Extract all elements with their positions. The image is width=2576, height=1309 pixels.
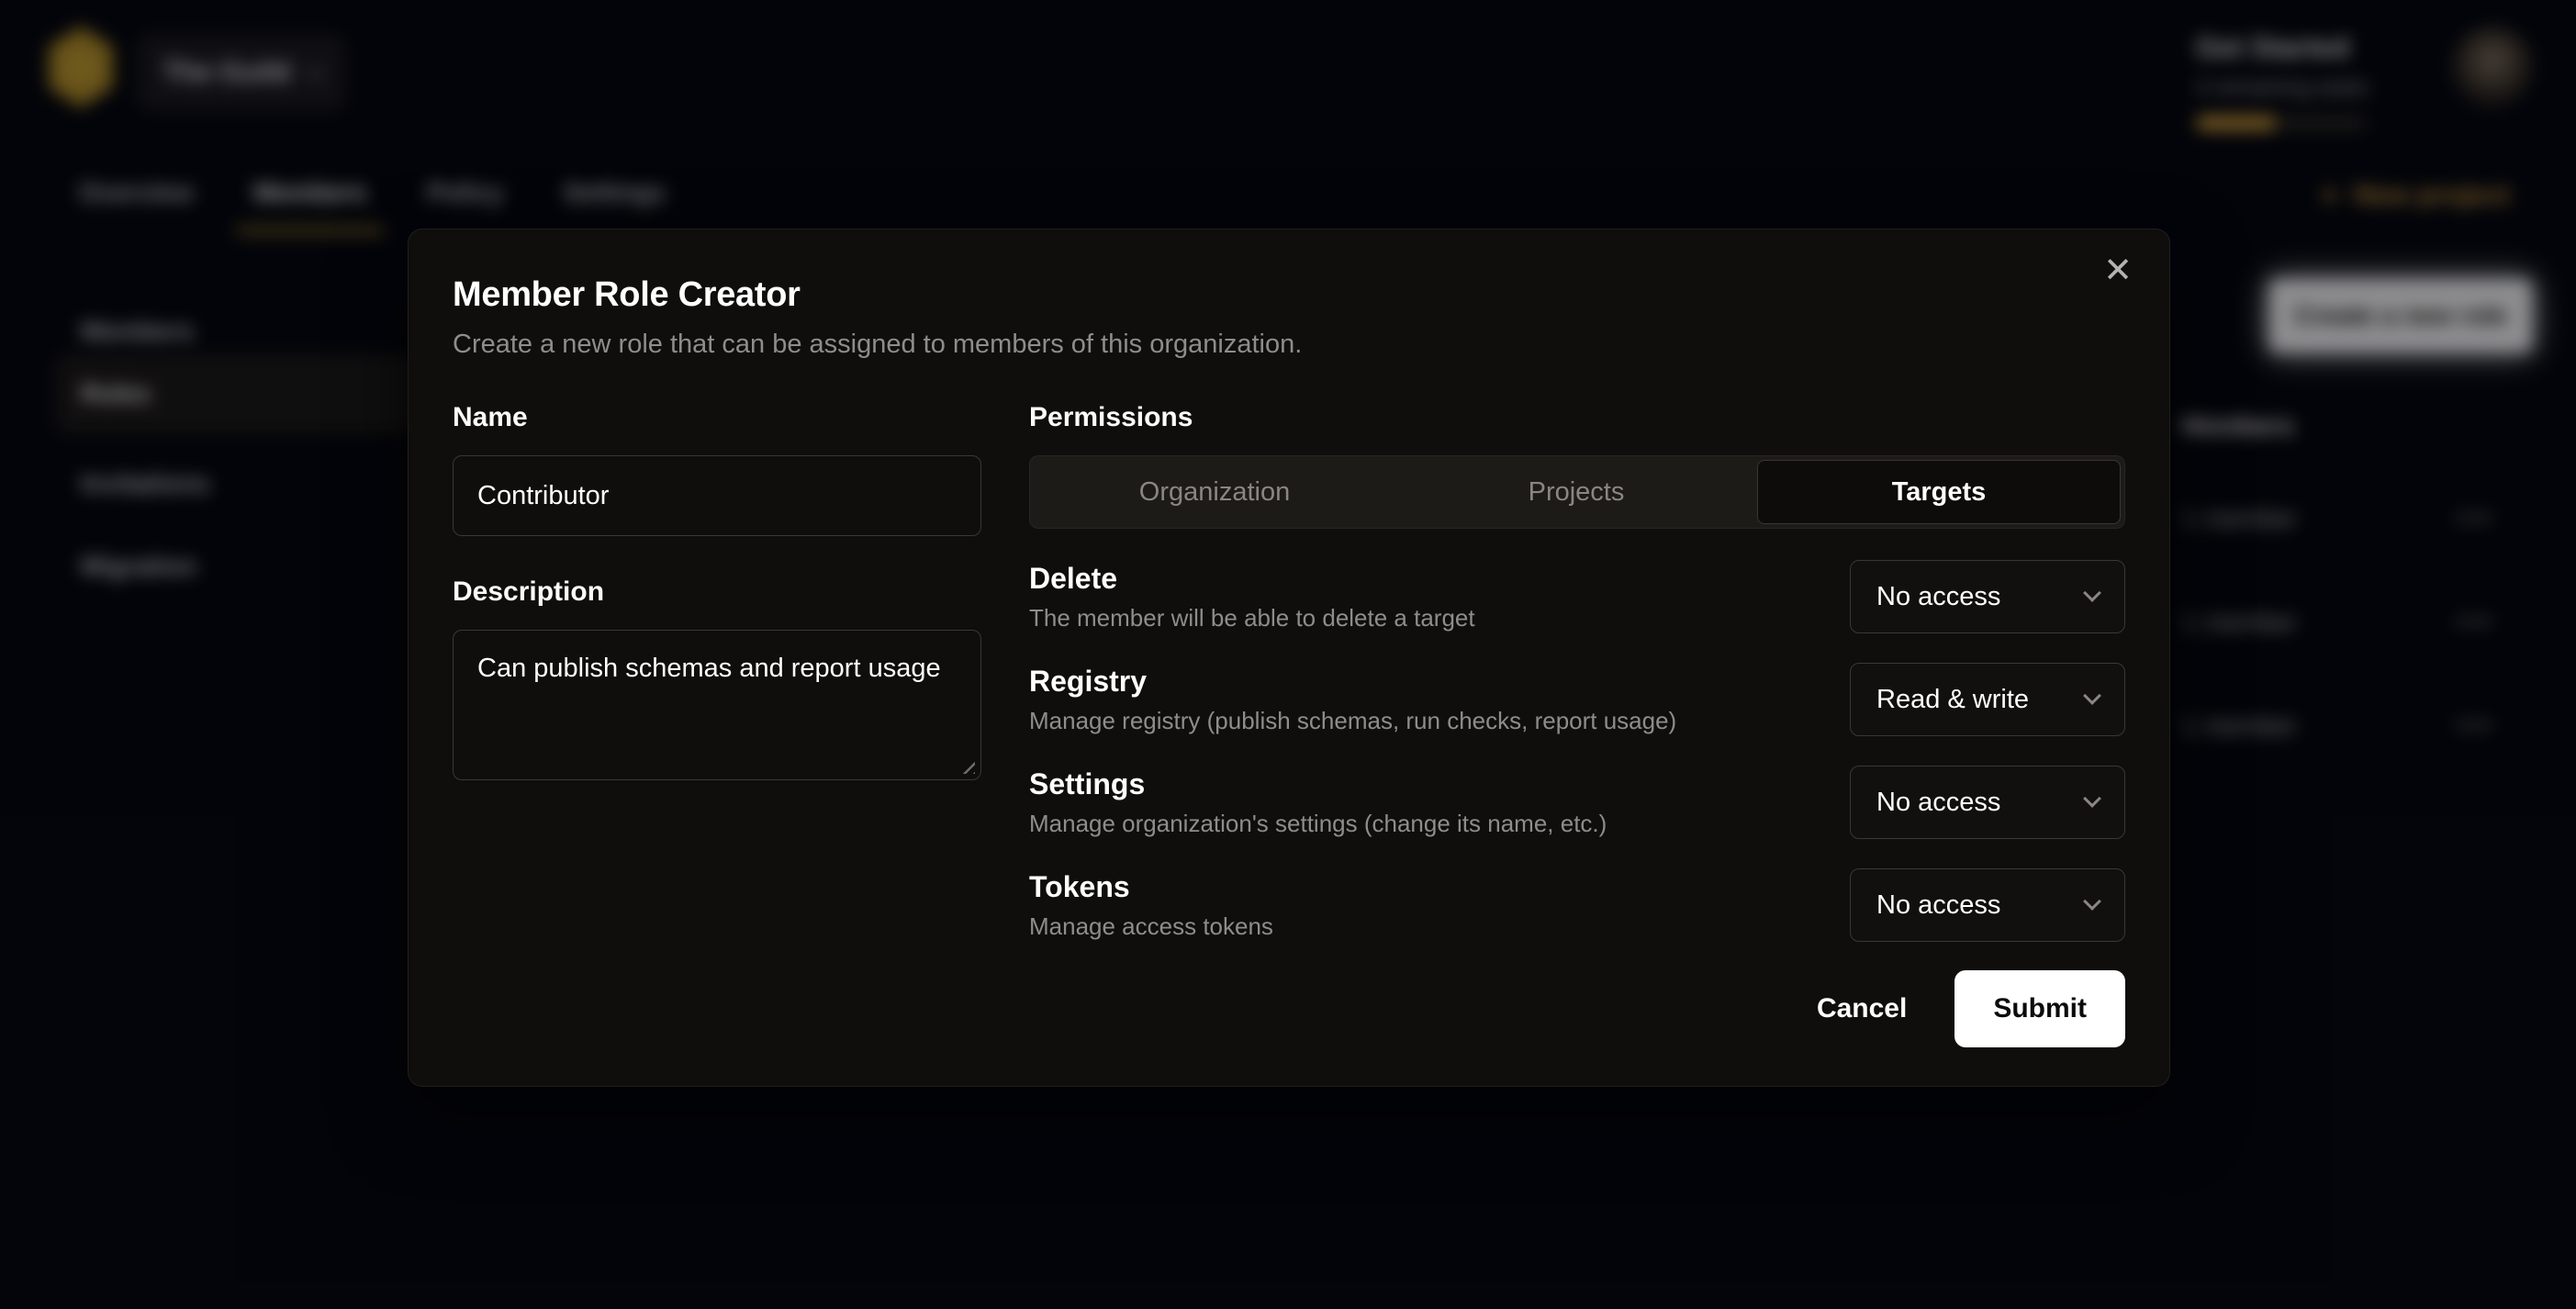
- settings-access-value: No access: [1876, 788, 2000, 818]
- permission-title: Tokens: [1029, 870, 1273, 904]
- permission-description: Manage registry (publish schemas, run ch…: [1029, 707, 1676, 735]
- submit-button[interactable]: Submit: [1954, 970, 2125, 1047]
- chevron-down-icon: [2083, 789, 2101, 808]
- tab-targets[interactable]: Targets: [1757, 460, 2121, 524]
- permissions-label: Permissions: [1029, 402, 2125, 433]
- role-name-input[interactable]: [453, 455, 981, 536]
- tokens-access-value: No access: [1876, 890, 2000, 921]
- permission-row-registry: Registry Manage registry (publish schema…: [1029, 663, 2125, 736]
- chevron-down-icon: [2083, 584, 2101, 602]
- permission-row-settings: Settings Manage organization's settings …: [1029, 766, 2125, 839]
- settings-access-select[interactable]: No access: [1850, 766, 2125, 839]
- cancel-button[interactable]: Cancel: [1811, 980, 1912, 1037]
- permission-description: Manage organization's settings (change i…: [1029, 810, 1607, 838]
- member-role-creator-dialog: ✕ Member Role Creator Create a new role …: [408, 229, 2170, 1087]
- description-label: Description: [453, 576, 981, 608]
- tab-organization[interactable]: Organization: [1034, 460, 1395, 524]
- permission-row-delete: Delete The member will be able to delete…: [1029, 560, 2125, 633]
- permission-row-tokens: Tokens Manage access tokens No access: [1029, 868, 2125, 942]
- permission-description: Manage access tokens: [1029, 912, 1273, 941]
- permission-title: Delete: [1029, 562, 1475, 596]
- permission-title: Settings: [1029, 767, 1607, 801]
- chevron-down-icon: [2083, 687, 2101, 705]
- app-window: The Guild Get Started 4 remaining tasks …: [0, 0, 2576, 1309]
- delete-access-value: No access: [1876, 582, 2000, 612]
- dialog-subtitle: Create a new role that can be assigned t…: [453, 330, 2125, 360]
- delete-access-select[interactable]: No access: [1850, 560, 2125, 633]
- role-description-textarea[interactable]: Can publish schemas and report usage: [453, 630, 981, 780]
- permissions-column: Permissions Organization Projects Target…: [1029, 402, 2125, 971]
- tokens-access-select[interactable]: No access: [1850, 868, 2125, 942]
- permissions-scope-tabs: Organization Projects Targets: [1029, 455, 2125, 529]
- chevron-down-icon: [2083, 892, 2101, 911]
- dialog-footer: Cancel Submit: [1811, 970, 2125, 1047]
- name-label: Name: [453, 402, 981, 433]
- tab-projects[interactable]: Projects: [1395, 460, 1757, 524]
- role-identity-column: Name Description Can publish schemas and…: [453, 402, 981, 971]
- close-icon[interactable]: ✕: [2103, 253, 2133, 288]
- registry-access-select[interactable]: Read & write: [1850, 663, 2125, 736]
- permission-description: The member will be able to delete a targ…: [1029, 604, 1475, 632]
- permission-title: Registry: [1029, 665, 1676, 699]
- registry-access-value: Read & write: [1876, 685, 2029, 715]
- dialog-title: Member Role Creator: [453, 275, 2125, 315]
